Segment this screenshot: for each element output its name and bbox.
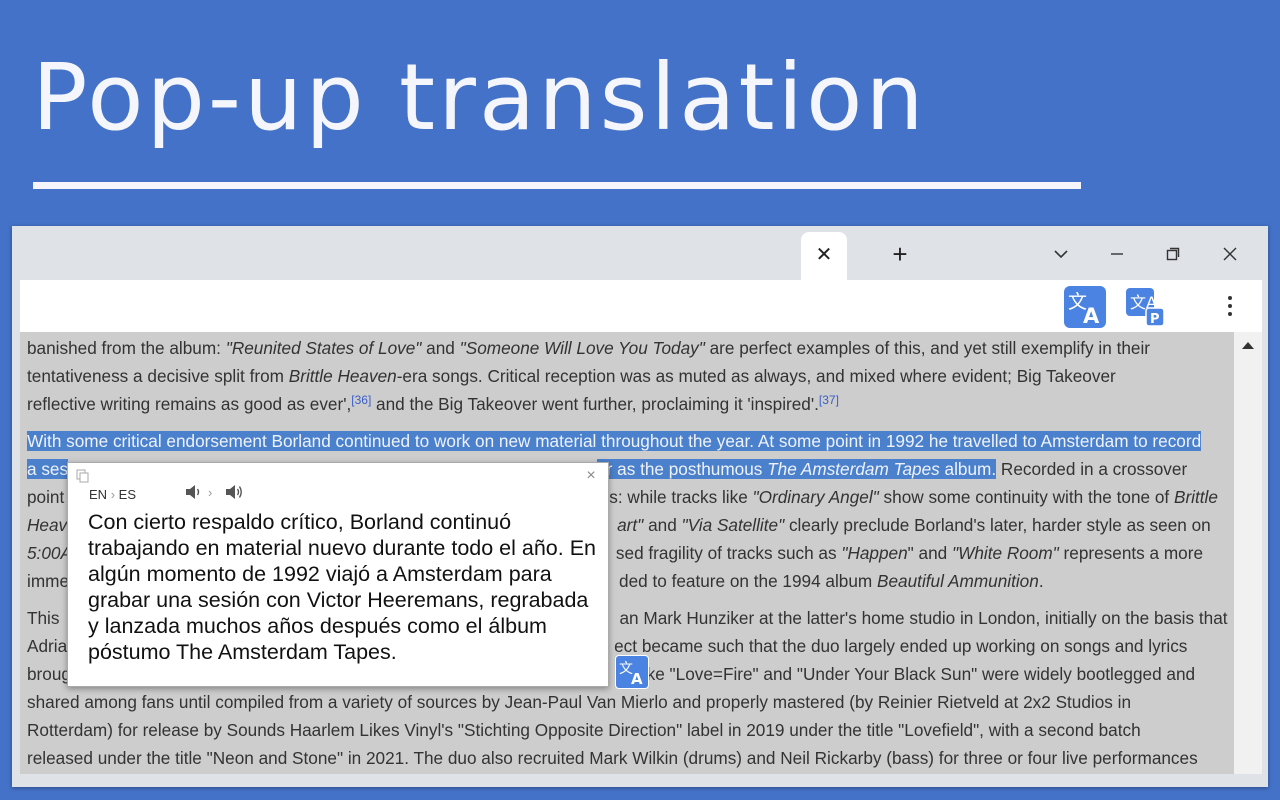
target-language: ES	[118, 487, 136, 502]
speaker-icon[interactable]	[184, 483, 204, 501]
text-run: ded to feature on the 1994 album	[619, 571, 878, 591]
citation-link[interactable]: [36]	[351, 393, 371, 407]
text-run: represents a more	[1058, 543, 1204, 563]
kebab-menu-icon[interactable]	[1220, 292, 1240, 320]
restore-icon[interactable]	[1158, 240, 1188, 268]
citation-link[interactable]: [37]	[819, 393, 839, 407]
svg-text:A: A	[631, 670, 643, 688]
selected-text[interactable]: er as the posthumous	[597, 459, 768, 479]
speaker-icon[interactable]	[224, 483, 244, 501]
text-line: released under the title "Neon and Stone…	[27, 748, 1198, 768]
album-title: Brittle Heaven	[288, 366, 397, 386]
text-run: and the Big Takeover went further, procl…	[371, 394, 819, 414]
plus-icon[interactable]: +	[884, 238, 916, 270]
text-run: reflective writing remains as good as ev…	[27, 394, 352, 414]
scroll-up-arrow-icon[interactable]	[1242, 342, 1254, 349]
translate-extension-icon[interactable]: 文 A	[1064, 286, 1106, 328]
hero-title: Pop-up translation	[32, 44, 927, 151]
svg-text:P: P	[1150, 312, 1160, 327]
text-run: like "Love=Fire" and "Under Your Black S…	[638, 664, 1196, 684]
language-arrow-icon: ›	[110, 487, 116, 502]
song-title: "Happen	[841, 543, 908, 563]
text-run: s: while tracks like	[609, 487, 753, 507]
album-title: 5:00A	[27, 543, 72, 563]
selected-text[interactable]: album.	[939, 459, 997, 479]
active-tab[interactable]: ✕	[801, 232, 847, 280]
text-run: and	[421, 338, 460, 358]
text-run: an Mark Hunziker at the latter's home st…	[619, 608, 1228, 628]
song-title: "Someone Will Love You Today"	[459, 338, 705, 358]
album-title: Brittle	[1173, 487, 1218, 507]
song-title: "Reunited States of Love"	[225, 338, 422, 358]
text-run: sed fragility of tracks such as	[615, 543, 842, 563]
text-line: Rotterdam) for release by Sounds Haarlem…	[27, 720, 1141, 740]
album-title: Heav	[27, 515, 68, 535]
text-run: banished from the album:	[27, 338, 226, 358]
text-run: clearly preclude Borland's later, harder…	[784, 515, 1211, 535]
selected-text[interactable]: The Amsterdam Tapes	[767, 459, 940, 479]
vertical-scrollbar[interactable]	[1234, 332, 1262, 774]
text-run: Recorded in a crossover	[996, 459, 1188, 479]
song-title: "Ordinary Angel"	[752, 487, 879, 507]
hero-underline	[33, 182, 1081, 189]
tab-strip: ✕ +	[12, 226, 1268, 280]
browser-toolbar: 文 A 文A P	[20, 280, 1262, 332]
window-close-icon[interactable]	[1215, 240, 1245, 268]
close-icon[interactable]: ✕	[801, 240, 847, 270]
text-run: broug	[27, 664, 71, 684]
translate-page-extension-icon[interactable]: 文A P	[1124, 286, 1166, 328]
text-run: imme	[27, 571, 70, 591]
song-title: "Via Satellite"	[681, 515, 785, 535]
translate-selection-icon[interactable]: 文 A	[615, 655, 649, 689]
text-run: show some continuity with the tone of	[878, 487, 1174, 507]
album-title: Beautiful Ammunition	[877, 571, 1039, 591]
song-title: "White Room"	[952, 543, 1059, 563]
paragraph-1: banished from the album: "Reunited State…	[27, 334, 1232, 418]
chevron-down-icon[interactable]	[1046, 240, 1076, 268]
text-run: are perfect examples of this, and yet st…	[704, 338, 1151, 358]
song-title: art"	[617, 515, 644, 535]
text-run: point	[27, 487, 65, 507]
text-run: ect became such that the duo largely end…	[614, 636, 1188, 656]
text-run: " and	[907, 543, 953, 563]
popup-close-icon[interactable]: ×	[584, 468, 598, 484]
translation-popup: × EN › ES › Con cierto respaldo crítico,…	[67, 462, 609, 687]
text-run: -era songs. Critical reception was as mu…	[396, 366, 1116, 386]
text-run: .	[1038, 571, 1044, 591]
voice-arrow-icon: ›	[208, 485, 213, 500]
text-run: This	[27, 608, 60, 628]
text-line: shared among fans until compiled from a …	[27, 692, 1132, 712]
selected-text[interactable]: a ses	[27, 459, 69, 479]
translation-text: Con cierto respaldo crítico, Borland con…	[88, 510, 597, 664]
text-run: Adria	[27, 636, 68, 656]
minimize-icon[interactable]	[1102, 240, 1132, 268]
copy-icon[interactable]	[76, 469, 90, 483]
svg-text:A: A	[1083, 304, 1100, 328]
text-run: and	[643, 515, 682, 535]
source-language: EN	[89, 487, 108, 502]
language-pair[interactable]: EN › ES	[89, 487, 136, 502]
text-run: tentativeness a decisive split from	[27, 366, 289, 386]
selected-text[interactable]: With some critical endorsement Borland c…	[27, 431, 1202, 451]
